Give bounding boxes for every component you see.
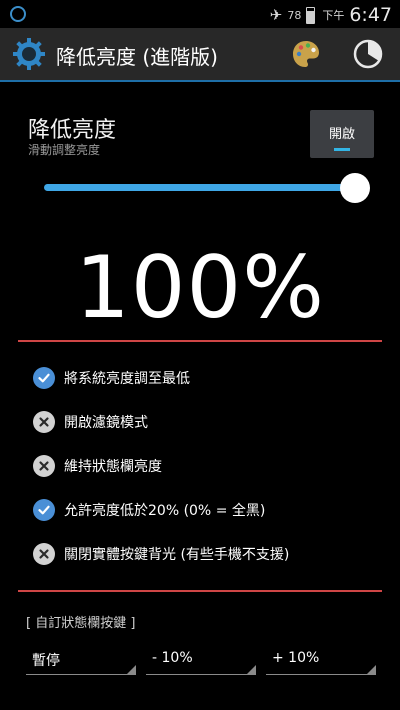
spinner-label: + 10%: [272, 650, 320, 666]
ampm-label: 下午: [322, 9, 345, 22]
toggle-indicator: [334, 148, 350, 151]
option-set-system-lowest[interactable]: 將系統亮度調至最低: [33, 364, 190, 392]
spinner-underline: [26, 674, 136, 675]
option-allow-below-20[interactable]: 允許亮度低於20% (0% = 全黑): [33, 496, 265, 524]
spinner-arrow-icon: [127, 665, 136, 674]
divider-bottom: [18, 590, 382, 592]
option-label: 將系統亮度調至最低: [64, 371, 190, 387]
spinner-minus-10[interactable]: - 10%: [146, 645, 256, 675]
brightness-slider[interactable]: [44, 172, 374, 204]
spinner-label: - 10%: [152, 650, 193, 666]
battery-percent: 78: [287, 8, 302, 22]
enable-toggle-button[interactable]: 開啟: [310, 110, 374, 158]
x-mark-icon[interactable]: [33, 543, 55, 565]
spinner-label: 暫停: [32, 653, 60, 669]
checkmark-icon[interactable]: [33, 499, 55, 521]
airplane-mode-icon: ✈: [269, 6, 283, 24]
checkmark-icon[interactable]: [33, 367, 55, 389]
timer-icon[interactable]: [352, 38, 384, 70]
option-keep-statusbar[interactable]: 維持狀態欄亮度: [33, 452, 162, 480]
status-bar: ✈ 78 下午 6:47: [0, 0, 400, 28]
brightness-title: 降低亮度: [28, 118, 117, 143]
clock: 6:47: [349, 4, 392, 26]
spinner-plus-10[interactable]: + 10%: [266, 645, 376, 675]
x-mark-icon[interactable]: [33, 411, 55, 433]
divider-top: [18, 340, 382, 342]
brightness-value: 100%: [75, 238, 325, 338]
option-disable-key-backlight[interactable]: 關閉實體按鍵背光 (有些手機不支援): [33, 540, 289, 568]
spinner-arrow-icon: [367, 665, 376, 674]
spinner-underline: [266, 674, 376, 675]
battery-icon: [306, 6, 316, 24]
app-title: 降低亮度 (進階版): [56, 45, 218, 69]
spinner-pause[interactable]: 暫停: [26, 645, 136, 675]
status-indicators: ✈ 78 下午 6:47: [270, 4, 392, 26]
action-bar: 降低亮度 (進階版): [0, 28, 400, 82]
notification-ring-icon: [10, 6, 26, 22]
slider-thumb[interactable]: [340, 173, 370, 203]
option-label: 開啟濾鏡模式: [64, 415, 148, 431]
toggle-label: 開啟: [328, 127, 355, 142]
brightness-subtitle: 滑動調整亮度: [28, 143, 101, 157]
option-label: 允許亮度低於20% (0% = 全黑): [64, 503, 266, 519]
option-label: 維持狀態欄亮度: [64, 459, 162, 475]
option-label: 關閉實體按鍵背光 (有些手機不支援): [64, 547, 290, 563]
gear-logo-icon[interactable]: [12, 37, 46, 71]
spinner-arrow-icon: [247, 665, 256, 674]
x-mark-icon[interactable]: [33, 455, 55, 477]
spinner-underline: [146, 674, 256, 675]
option-filter-mode[interactable]: 開啟濾鏡模式: [33, 408, 148, 436]
palette-icon[interactable]: [290, 38, 322, 70]
custom-buttons-label: [ 自訂狀態欄按鍵 ]: [26, 616, 136, 631]
slider-track[interactable]: [44, 184, 354, 191]
